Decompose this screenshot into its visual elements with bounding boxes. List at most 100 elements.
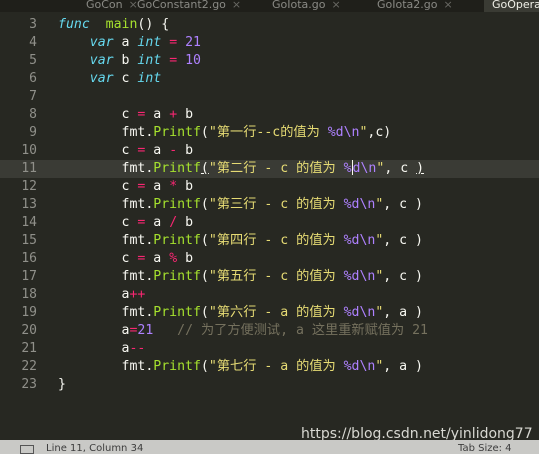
code-token: 21 bbox=[185, 35, 201, 50]
code-token: ++ bbox=[129, 287, 146, 302]
line-number[interactable]: 21 bbox=[0, 340, 37, 358]
tab-label: GoOpera bbox=[492, 0, 539, 11]
line-number[interactable]: 3 bbox=[0, 16, 37, 34]
code-line[interactable]: 17 fmt.Printf("第五行 - c 的值为 %d\n", c ) bbox=[0, 268, 539, 286]
tab-gocon[interactable]: GoCon × bbox=[86, 0, 138, 12]
code-line[interactable]: 9 fmt.Printf("第一行--c的值为 %d\n",c) bbox=[0, 124, 539, 142]
line-number[interactable]: 14 bbox=[0, 214, 37, 232]
code-token: -- bbox=[129, 341, 146, 356]
code-token: * bbox=[169, 179, 178, 194]
code-line[interactable]: 14 c = a / b bbox=[0, 214, 539, 232]
code-token: "第三行 - c 的值为 bbox=[208, 197, 344, 212]
code-token: fmt. bbox=[58, 359, 154, 374]
code-line[interactable]: 4 var a int = 21 bbox=[0, 34, 539, 52]
code-token: %d\n bbox=[343, 269, 376, 284]
code-token: ( bbox=[200, 125, 209, 140]
code-line[interactable]: 19 fmt.Printf("第六行 - a 的值为 %d\n", a ) bbox=[0, 304, 539, 322]
code-token: var bbox=[89, 35, 114, 50]
line-number[interactable]: 17 bbox=[0, 268, 37, 286]
line-number[interactable]: 13 bbox=[0, 196, 37, 214]
line-number[interactable]: 7 bbox=[0, 88, 37, 106]
status-bar: Line 11, Column 34 Tab Size: 4 bbox=[0, 440, 539, 454]
code-token: fmt. bbox=[58, 305, 154, 320]
code-token: , a ) bbox=[383, 359, 423, 374]
code-token: %d\n bbox=[343, 359, 376, 374]
line-number[interactable]: 6 bbox=[0, 70, 37, 88]
code-line[interactable]: 6 var c int bbox=[0, 70, 539, 88]
code-text: fmt.Printf("第三行 - c 的值为 %d\n", c ) bbox=[58, 196, 423, 214]
code-token: Printf bbox=[153, 269, 201, 284]
code-token: var bbox=[89, 53, 114, 68]
code-token: + bbox=[169, 107, 178, 122]
line-number[interactable]: 20 bbox=[0, 322, 37, 340]
code-token: %d\n bbox=[343, 233, 376, 248]
code-line[interactable]: 22 fmt.Printf("第七行 - a 的值为 %d\n", a ) bbox=[0, 358, 539, 376]
code-line[interactable]: 21 a-- bbox=[0, 340, 539, 358]
code-token: %d\n bbox=[343, 197, 376, 212]
code-text: a-- bbox=[58, 340, 146, 358]
code-text: c = a % b bbox=[58, 250, 194, 268]
code-token: func bbox=[58, 17, 90, 32]
code-line[interactable]: 15 fmt.Printf("第四行 - c 的值为 %d\n", c ) bbox=[0, 232, 539, 250]
code-line[interactable]: 3 func main() { bbox=[0, 16, 539, 34]
code-text: var c int bbox=[58, 70, 161, 88]
code-token: a bbox=[145, 179, 170, 194]
code-token: a bbox=[58, 341, 130, 356]
tab-label: GoIota2.go bbox=[377, 0, 438, 11]
code-token: , c ) bbox=[383, 233, 423, 248]
code-editor[interactable]: 3 func main() {4 var a int = 21 5 var b in… bbox=[0, 12, 539, 440]
line-number[interactable]: 22 bbox=[0, 358, 37, 376]
line-number[interactable]: 15 bbox=[0, 232, 37, 250]
tab-goiota2-go[interactable]: GoIota2.go × bbox=[377, 0, 453, 12]
panel-toggle-icon[interactable] bbox=[20, 445, 34, 454]
line-number[interactable]: 9 bbox=[0, 124, 37, 142]
code-token: = bbox=[169, 35, 178, 50]
line-number[interactable]: 19 bbox=[0, 304, 37, 322]
tab-close-icon[interactable]: × bbox=[444, 0, 453, 11]
code-token: Printf bbox=[153, 125, 201, 140]
tab-close-icon[interactable]: × bbox=[332, 0, 341, 11]
code-line[interactable]: 16 c = a % b bbox=[0, 250, 539, 268]
code-line[interactable]: 18 a++ bbox=[0, 286, 539, 304]
code-line[interactable]: 5 var b int = 10 bbox=[0, 52, 539, 70]
code-line[interactable]: 20 a=21 // 为了方便测试, a 这里重新赋值为 21 bbox=[0, 322, 539, 340]
line-number[interactable]: 4 bbox=[0, 34, 37, 52]
code-text: a++ bbox=[58, 286, 146, 304]
code-line[interactable]: 8 c = a + b bbox=[0, 106, 539, 124]
line-number[interactable]: 5 bbox=[0, 52, 37, 70]
cursor-position[interactable]: Line 11, Column 34 bbox=[46, 443, 143, 454]
tab-close-icon[interactable]: × bbox=[232, 0, 241, 11]
code-token: Printf bbox=[153, 233, 201, 248]
code-token: b bbox=[177, 107, 194, 122]
line-number[interactable]: 11 bbox=[0, 160, 37, 178]
code-line[interactable]: 11 fmt.Printf("第二行 - c 的值为 %d\n", c ) bbox=[0, 160, 539, 178]
line-number[interactable]: 8 bbox=[0, 106, 37, 124]
tab-goconstant2-go[interactable]: GoConstant2.go × bbox=[137, 0, 241, 12]
code-text: fmt.Printf("第一行--c的值为 %d\n",c) bbox=[58, 124, 392, 142]
tab-size-indicator[interactable]: Tab Size: 4 bbox=[458, 443, 512, 454]
code-line[interactable]: 12 c = a * b bbox=[0, 178, 539, 196]
line-number[interactable]: 10 bbox=[0, 142, 37, 160]
line-number[interactable]: 23 bbox=[0, 376, 37, 394]
line-number[interactable]: 18 bbox=[0, 286, 37, 304]
tab-label: GoIota.go bbox=[272, 0, 326, 11]
line-number[interactable]: 12 bbox=[0, 178, 37, 196]
line-number[interactable]: 16 bbox=[0, 250, 37, 268]
tab-goopera[interactable]: GoOpera bbox=[484, 0, 539, 12]
code-token: a bbox=[145, 107, 170, 122]
code-token: Printf bbox=[153, 161, 201, 176]
code-token: c bbox=[58, 251, 138, 266]
tab-goiota-go[interactable]: GoIota.go × bbox=[272, 0, 341, 12]
code-token: a bbox=[58, 323, 130, 338]
code-line[interactable]: 10 c = a - b bbox=[0, 142, 539, 160]
code-line[interactable]: 23} bbox=[0, 376, 539, 394]
code-token: b bbox=[177, 143, 194, 158]
code-line[interactable]: 13 fmt.Printf("第三行 - c 的值为 %d\n", c ) bbox=[0, 196, 539, 214]
code-token: 10 bbox=[185, 53, 201, 68]
code-token: ) bbox=[416, 161, 425, 176]
code-line[interactable]: 7 bbox=[0, 88, 539, 106]
